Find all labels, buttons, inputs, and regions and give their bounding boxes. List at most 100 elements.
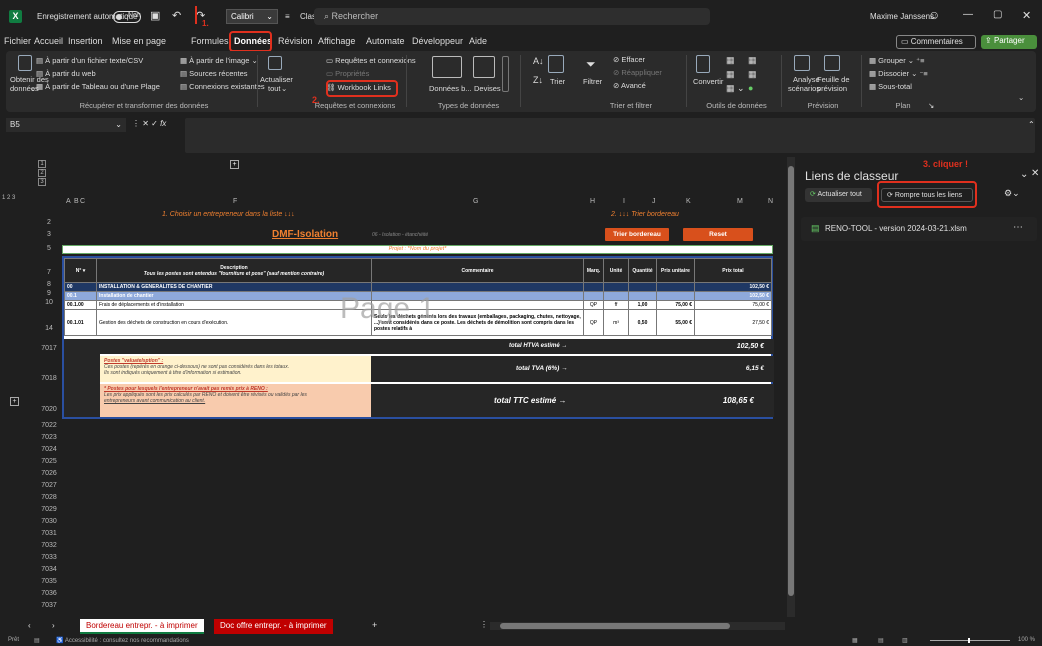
forecast-sheet-button-2[interactable]: prévision (817, 84, 847, 93)
col-header-c[interactable]: C (80, 198, 85, 205)
search-input[interactable]: ⌕ Rechercher (314, 8, 710, 25)
panel-close-icon[interactable]: ✕ (1031, 168, 1039, 179)
refresh-all-button[interactable]: Actualiser (260, 75, 293, 84)
customize-qat-icon[interactable]: ≡ (285, 12, 290, 21)
menu-insertion[interactable]: Insertion (68, 36, 103, 46)
tab-doc-offre[interactable]: Doc offre entrepr. - à imprimer (214, 619, 333, 634)
row-header[interactable]: 7033 (38, 554, 60, 561)
expand-column-icon[interactable]: + (230, 160, 239, 169)
expand-row-icon[interactable]: + (10, 397, 19, 406)
autosave-toggle[interactable]: Non (113, 11, 141, 23)
outline-levels[interactable]: 1 2 3 (38, 160, 46, 194)
expand-formula-icon[interactable]: ⌃ (1028, 120, 1035, 129)
row-header[interactable]: 7 (38, 269, 60, 276)
menu-automate[interactable]: Automate (366, 36, 405, 46)
header-total-price[interactable]: Prix total (694, 258, 772, 283)
project-name[interactable]: Projet : *Nom du projet* (62, 245, 773, 254)
page-break-icon[interactable]: ▥ (902, 637, 908, 644)
remove-duplicates-icon[interactable]: ▦ (726, 69, 735, 80)
col-outline-levels[interactable]: 1 2 3 (2, 195, 15, 201)
name-box[interactable]: B5 ⌄ (6, 118, 126, 132)
sheet-area[interactable]: 1 2 3 + 1 2 3 + A B C F G H I J K M N 2 … (0, 157, 790, 617)
minimize-icon[interactable]: — (963, 9, 973, 20)
header-mark[interactable]: Marq. (583, 258, 604, 283)
data-model-icon[interactable]: ● (748, 83, 753, 93)
consolidate-icon[interactable]: ▦ (748, 55, 757, 66)
menu-affichage[interactable]: Affichage (318, 36, 355, 46)
flash-fill-icon[interactable]: ▦ (726, 55, 735, 66)
recent-sources-button[interactable]: ▤ Sources récentes (180, 69, 248, 78)
existing-connections-button[interactable]: ▤ Connexions existantes (180, 82, 265, 91)
clear-filter-button[interactable]: ⊘ Effacer (613, 55, 645, 64)
col-header-n[interactable]: N (768, 198, 773, 205)
datatype-currencies-button[interactable]: Devises (474, 84, 501, 93)
row-header[interactable]: 7037 (38, 602, 60, 609)
formula-input[interactable] (185, 118, 1035, 153)
menu-fichier[interactable]: Fichier (4, 36, 31, 46)
accessibility-status[interactable]: ♿ Accessibilité : consultez nos recomman… (56, 637, 189, 644)
col-header-a[interactable]: A (66, 198, 71, 205)
sort-button[interactable]: Trier (550, 77, 565, 86)
row-header[interactable]: 7036 (38, 590, 60, 597)
from-table-button[interactable]: ▦ À partir de Tableau ou d'une Plage (36, 82, 160, 91)
linked-workbook-item[interactable]: ▤ RENO-TOOL - version 2024-03-21.xlsm ⋯ (801, 217, 1037, 241)
row-header[interactable]: 7029 (38, 506, 60, 513)
group-button[interactable]: ▦ Grouper ⌄ ⁺≡ (869, 56, 924, 65)
macro-record-icon[interactable]: ▤ (34, 637, 40, 644)
sort-az-icon[interactable]: A↓ (533, 56, 544, 66)
sort-bordereau-button[interactable]: Trier bordereau (605, 228, 669, 241)
relationships-icon[interactable]: ▦ (748, 69, 757, 80)
col-header-f[interactable]: F (233, 198, 237, 205)
font-name-box[interactable]: Calibri ⌄ (226, 9, 278, 24)
table-row[interactable]: 00 INSTALLATION & GENERALITES DE CHANTIER… (64, 282, 772, 292)
panel-options-icon[interactable]: ⌄ (1020, 169, 1028, 180)
row-header[interactable]: 2 (38, 219, 60, 226)
zoom-level[interactable]: 100 % (1018, 637, 1035, 643)
avatar-icon[interactable]: ☺ (928, 8, 940, 22)
row-header[interactable]: 7018 (38, 375, 60, 382)
row-header[interactable]: 8 (38, 281, 60, 288)
whatif-button-2[interactable]: scénarios (788, 84, 820, 93)
row-header[interactable]: 5 (38, 245, 60, 252)
menu-accueil[interactable]: Accueil (34, 36, 63, 46)
refresh-all-button-2[interactable]: tout (268, 84, 281, 93)
datatype-scroll[interactable] (502, 56, 509, 92)
col-header-h[interactable]: H (590, 198, 595, 205)
row-header[interactable]: 7030 (38, 518, 60, 525)
share-button[interactable]: ⇪ Partager (981, 35, 1037, 49)
row-header[interactable]: 7022 (38, 422, 60, 429)
advanced-filter-button[interactable]: ⊘ Avancé (613, 81, 646, 90)
menu-developpeur[interactable]: Développeur (412, 36, 463, 46)
row-header[interactable]: 3 (38, 231, 60, 238)
header-number[interactable]: N° ▾ (64, 258, 97, 283)
more-options-icon[interactable]: ⋯ (1013, 222, 1023, 233)
col-header-m[interactable]: M (737, 198, 743, 205)
undo-icon[interactable]: ↶ (172, 9, 181, 22)
header-comment[interactable]: Commentaire (371, 258, 584, 283)
tab-splitter[interactable]: ⋮ (480, 620, 488, 629)
sort-za-icon[interactable]: Z↓ (533, 75, 543, 85)
row-header[interactable]: 7034 (38, 566, 60, 573)
row-header[interactable]: 7026 (38, 470, 60, 477)
outline-settings-icon[interactable]: ↘ (928, 101, 934, 110)
row-header[interactable]: 7017 (38, 345, 60, 352)
menu-formules[interactable]: Formules (191, 36, 229, 46)
tab-prev-icon[interactable]: ‹ (28, 621, 31, 630)
save-icon[interactable]: ▣ (150, 9, 160, 22)
ribbon-collapse-icon[interactable]: ⌄ (1018, 93, 1024, 102)
col-header-b[interactable]: B (74, 198, 79, 205)
row-header[interactable]: 14 (38, 325, 60, 332)
ungroup-button[interactable]: ▦ Dissocier ⌄ ⁻≡ (869, 69, 928, 78)
page-layout-icon[interactable]: ▤ (878, 637, 884, 644)
data-validation-icon[interactable]: ▦ ⌄ (726, 83, 745, 94)
col-header-i[interactable]: I (623, 198, 625, 205)
row-header[interactable]: 7027 (38, 482, 60, 489)
tab-next-icon[interactable]: › (52, 621, 55, 630)
vertical-scrollbar[interactable] (787, 157, 795, 617)
close-icon[interactable]: ✕ (1022, 9, 1031, 22)
row-header[interactable]: 7023 (38, 434, 60, 441)
tab-bordereau[interactable]: Bordereau entrepr. - à imprimer (80, 619, 204, 634)
add-sheet-button[interactable]: + (372, 620, 377, 630)
properties-button[interactable]: ▭ Propriétés (326, 69, 369, 78)
col-header-g[interactable]: G (473, 198, 478, 205)
